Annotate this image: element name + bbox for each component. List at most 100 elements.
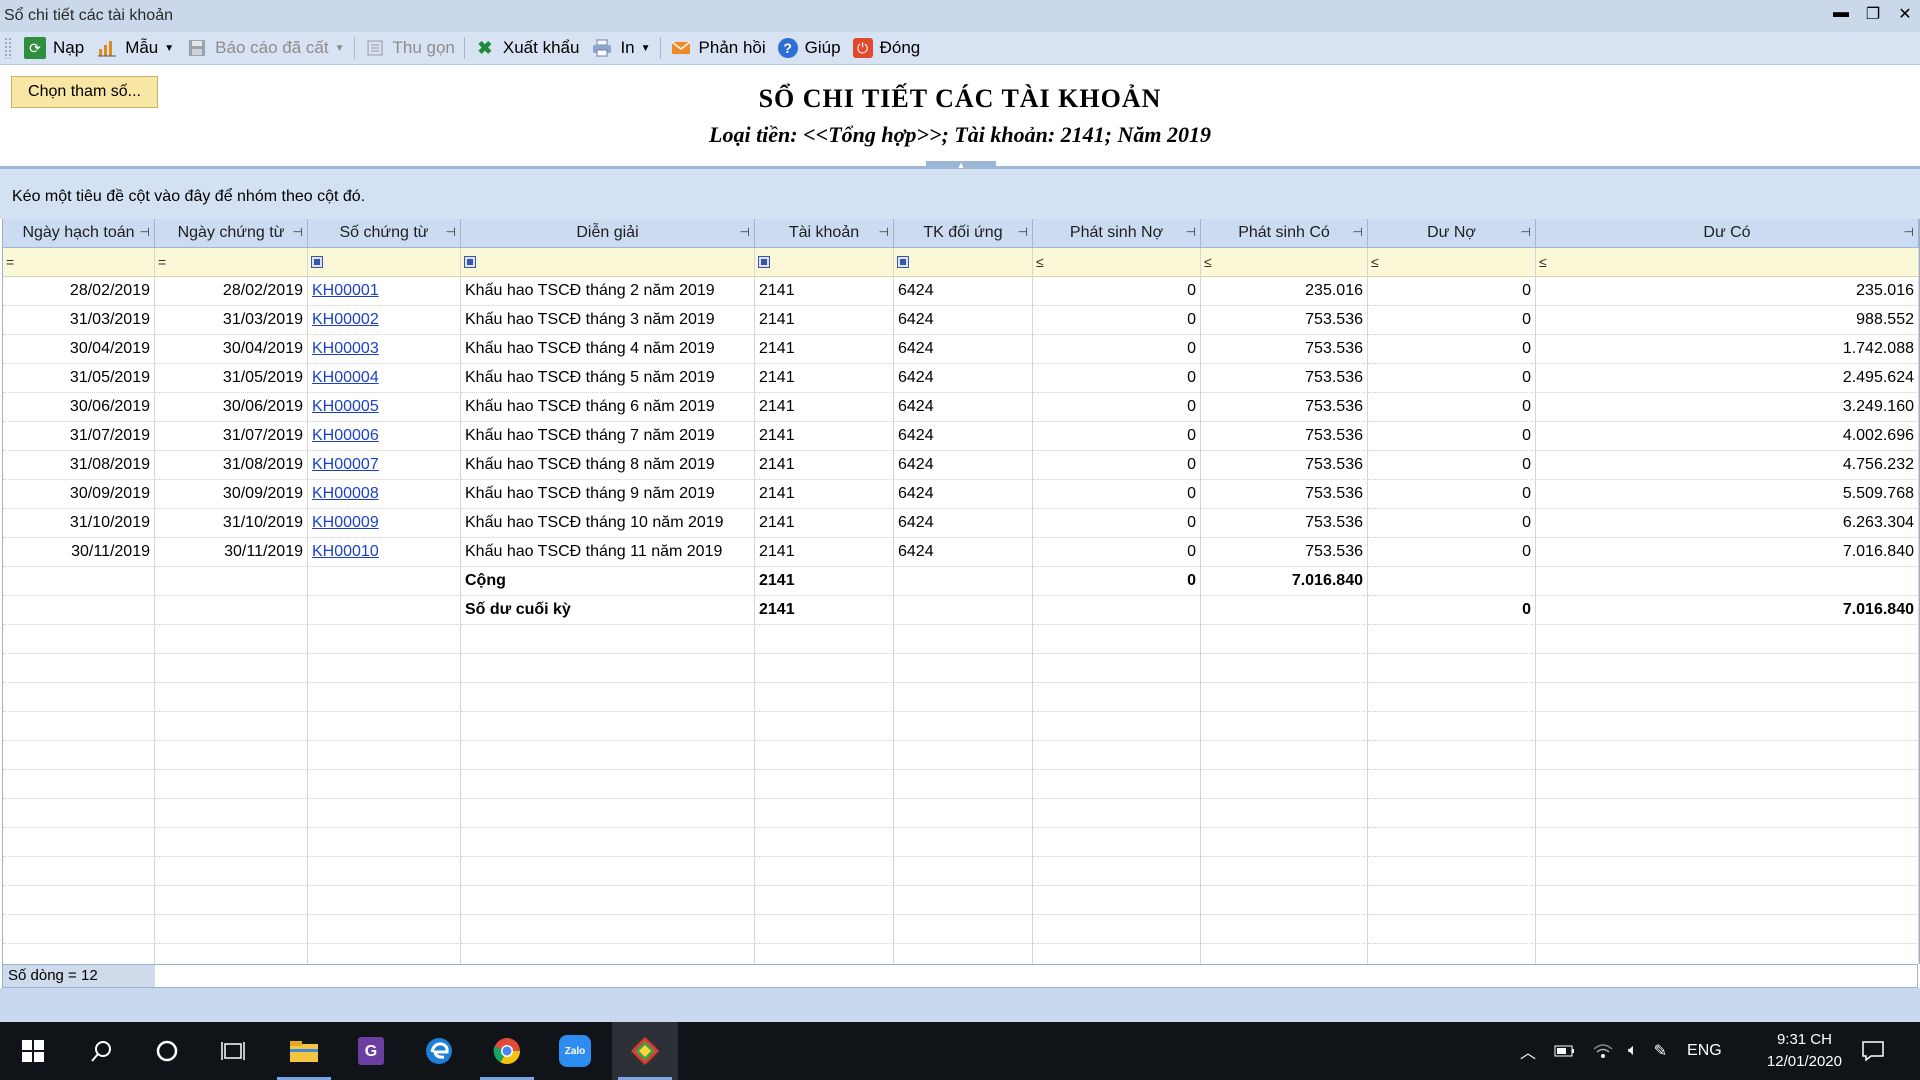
filter-checkbox-icon[interactable] — [464, 256, 476, 268]
filter-cell-description[interactable] — [461, 248, 755, 277]
voucher-link[interactable]: KH00002 — [312, 311, 379, 329]
reload-button[interactable]: ⟳ Nạp — [18, 34, 90, 62]
column-header-debit[interactable]: Phát sinh Nợ ⊣ — [1033, 219, 1201, 248]
voucher-link[interactable]: KH00004 — [312, 369, 379, 387]
pin-icon[interactable]: ⊣ — [879, 225, 889, 239]
filter-cell-credit-balance[interactable]: ≤ — [1536, 248, 1919, 277]
pin-icon[interactable]: ⊣ — [1186, 225, 1196, 239]
feedback-button[interactable]: Phản hồi — [664, 34, 772, 62]
empty-row[interactable] — [3, 857, 1919, 886]
column-header-contra-account[interactable]: TK đối ứng ⊣ — [894, 219, 1033, 248]
misa-button[interactable] — [612, 1022, 678, 1080]
search-button[interactable] — [68, 1022, 134, 1080]
voucher-link[interactable]: KH00006 — [312, 427, 379, 445]
filter-cell-voucher-date[interactable]: = — [155, 248, 308, 277]
filter-operator[interactable]: ≤ — [1036, 254, 1054, 270]
table-row[interactable]: 31/05/2019 31/05/2019 KH00004 Khấu hao TSCĐ… — [3, 364, 1919, 393]
group-by-panel[interactable]: Kéo một tiêu đề cột vào đây để nhóm theo… — [0, 169, 1920, 219]
table-row[interactable]: 31/03/2019 31/03/2019 KH00002 Khấu hao TSCĐ… — [3, 306, 1919, 335]
empty-row[interactable] — [3, 770, 1919, 799]
table-row[interactable]: 31/07/2019 31/07/2019 KH00006 Khấu hao TSCĐ… — [3, 422, 1919, 451]
pen-icon[interactable]: ✎ — [1654, 1041, 1667, 1061]
column-header-posting-date[interactable]: Ngày hạch toán ⊣ — [3, 219, 155, 248]
table-row[interactable]: 28/02/2019 28/02/2019 KH00001 Khấu hao TSCĐ… — [3, 277, 1919, 306]
empty-row[interactable] — [3, 828, 1919, 857]
ledger-grid[interactable]: Ngày hạch toán ⊣ Ngày chứng từ ⊣ Số chứng từ… — [2, 219, 1920, 964]
template-button[interactable]: Mẫu ▼ — [90, 34, 180, 62]
pin-icon[interactable]: ⊣ — [1018, 225, 1028, 239]
pin-icon[interactable]: ⊣ — [446, 225, 456, 239]
cortana-button[interactable] — [134, 1022, 200, 1080]
collapse-header-icon[interactable]: ▲ — [926, 161, 996, 170]
pin-icon[interactable]: ⊣ — [1521, 225, 1531, 239]
file-explorer-button[interactable] — [271, 1022, 337, 1080]
task-view-button[interactable] — [200, 1022, 266, 1080]
clock[interactable]: 9:31 CH 12/01/2020 — [1767, 1029, 1842, 1073]
empty-row[interactable] — [3, 741, 1919, 770]
table-row[interactable]: 30/09/2019 30/09/2019 KH00008 Khấu hao TSCĐ… — [3, 480, 1919, 509]
table-row[interactable]: 30/11/2019 30/11/2019 KH00010 Khấu hao TSCĐ… — [3, 538, 1919, 567]
saved-reports-button[interactable]: Báo cáo đã cất ▼ — [180, 34, 350, 62]
empty-row[interactable] — [3, 886, 1919, 915]
column-header-credit-balance[interactable]: Dư Có ⊣ — [1536, 219, 1919, 248]
help-button[interactable]: ? Giúp — [772, 34, 847, 62]
column-header-debit-balance[interactable]: Dư Nợ ⊣ — [1368, 219, 1536, 248]
show-hidden-icons-icon[interactable]: ︿ — [1520, 1039, 1536, 1063]
filter-cell-contra-account[interactable] — [894, 248, 1033, 277]
voucher-link[interactable]: KH00003 — [312, 340, 379, 358]
filter-cell-credit[interactable]: ≤ — [1201, 248, 1368, 277]
zalo-button[interactable]: Zalo — [542, 1022, 608, 1080]
empty-row[interactable] — [3, 915, 1919, 944]
close-icon[interactable]: ✕ — [1896, 4, 1914, 24]
restore-icon[interactable]: ❐ — [1864, 4, 1882, 24]
filter-cell-account[interactable] — [755, 248, 894, 277]
chrome-button[interactable] — [474, 1022, 540, 1080]
filter-checkbox-icon[interactable] — [311, 256, 323, 268]
total-row[interactable]: Cộng 2141 0 7.016.840 — [3, 567, 1919, 596]
filter-operator[interactable]: ≤ — [1371, 254, 1389, 270]
filter-checkbox-icon[interactable] — [758, 256, 770, 268]
voucher-link[interactable]: KH00010 — [312, 543, 379, 561]
filter-operator[interactable]: ≤ — [1204, 254, 1222, 270]
closing-balance-row[interactable]: Số dư cuối kỳ 2141 0 7.016.840 — [3, 596, 1919, 625]
column-header-voucher-no[interactable]: Số chứng từ ⊣ — [308, 219, 461, 248]
voucher-link[interactable]: KH00008 — [312, 485, 379, 503]
table-row[interactable]: 31/10/2019 31/10/2019 KH00009 Khấu hao TSCĐ… — [3, 509, 1919, 538]
pdf-app-button[interactable]: G — [338, 1022, 404, 1080]
empty-row[interactable] — [3, 799, 1919, 828]
collapse-button[interactable]: Thu gọn — [358, 34, 461, 62]
table-row[interactable]: 31/08/2019 31/08/2019 KH00007 Khấu hao TSCĐ… — [3, 451, 1919, 480]
export-button[interactable]: ✖ Xuất khẩu — [468, 34, 586, 62]
column-header-description[interactable]: Diễn giải ⊣ — [461, 219, 755, 248]
voucher-link[interactable]: KH00001 — [312, 282, 379, 300]
print-button[interactable]: In ▼ — [585, 34, 656, 62]
volume-muted-icon[interactable]: 🔈︎ — [1628, 1042, 1638, 1060]
column-header-voucher-date[interactable]: Ngày chứng từ ⊣ — [155, 219, 308, 248]
filter-cell-posting-date[interactable]: = — [3, 248, 155, 277]
start-button[interactable] — [0, 1022, 66, 1080]
filter-operator[interactable]: = — [158, 254, 176, 270]
pin-icon[interactable]: ⊣ — [1904, 225, 1914, 239]
battery-icon[interactable] — [1554, 1044, 1576, 1058]
empty-row[interactable] — [3, 712, 1919, 741]
voucher-link[interactable]: KH00005 — [312, 398, 379, 416]
toolbar-grip[interactable] — [4, 37, 12, 59]
voucher-link[interactable]: KH00009 — [312, 514, 379, 532]
filter-cell-debit-balance[interactable]: ≤ — [1368, 248, 1536, 277]
minimize-icon[interactable]: ▬ — [1832, 4, 1850, 24]
language-indicator[interactable]: ENG — [1687, 1042, 1722, 1060]
pin-icon[interactable]: ⊣ — [140, 225, 150, 239]
pin-icon[interactable]: ⊣ — [1353, 225, 1363, 239]
wifi-icon[interactable] — [1592, 1042, 1614, 1060]
edge-button[interactable] — [406, 1022, 472, 1080]
filter-checkbox-icon[interactable] — [897, 256, 909, 268]
empty-row[interactable] — [3, 625, 1919, 654]
column-header-account[interactable]: Tài khoản ⊣ — [755, 219, 894, 248]
pin-icon[interactable]: ⊣ — [740, 225, 750, 239]
empty-row[interactable] — [3, 654, 1919, 683]
filter-cell-debit[interactable]: ≤ — [1033, 248, 1201, 277]
pin-icon[interactable]: ⊣ — [293, 225, 303, 239]
table-row[interactable]: 30/06/2019 30/06/2019 KH00005 Khấu hao TSCĐ… — [3, 393, 1919, 422]
empty-row[interactable] — [3, 683, 1919, 712]
filter-operator[interactable]: ≤ — [1539, 254, 1557, 270]
